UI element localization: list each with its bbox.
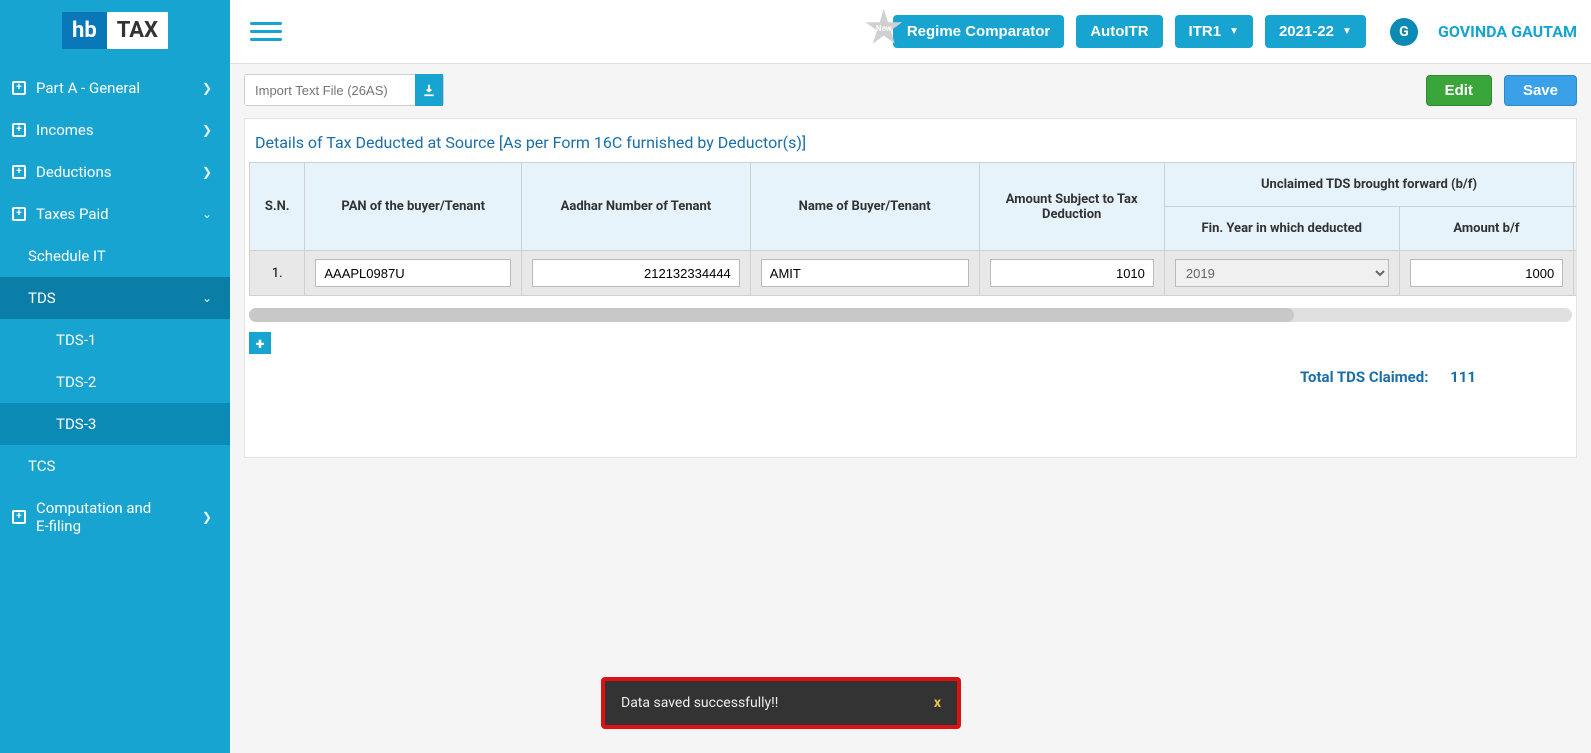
nav-tds-2[interactable]: TDS-2 [0, 361, 230, 403]
toast: Data saved successfully!! x [601, 677, 961, 729]
chevron-down-icon: ⌄ [202, 291, 212, 305]
th-tds-current: TDS of the current financial [1574, 163, 1576, 207]
fin-year-select[interactable]: 2019 [1175, 259, 1389, 287]
pan-input[interactable] [315, 259, 511, 287]
regime-comparator-button[interactable]: Regime Comparator [893, 15, 1064, 48]
nav-tcs[interactable]: TCS [0, 445, 230, 487]
sidebar: hb TAX + Part A - General ❯ + Incomes ❯ + D… [0, 0, 230, 753]
year-label: 2021-22 [1279, 23, 1334, 40]
expand-icon: + [12, 510, 26, 524]
expand-icon: + [12, 81, 26, 95]
new-badge-wrap: New Regime Comparator [893, 15, 1064, 48]
nav-label: Taxes Paid [36, 205, 109, 223]
chevron-right-icon: ❯ [202, 123, 212, 137]
nav-tds[interactable]: TDS ⌄ [0, 277, 230, 319]
th-sn: S.N. [250, 163, 305, 251]
header: New Regime Comparator AutoITR ITR1 ▼ 2021… [230, 0, 1591, 64]
year-dropdown[interactable]: 2021-22 ▼ [1265, 15, 1366, 48]
add-row-button[interactable]: + [249, 332, 271, 354]
nav-schedule-it[interactable]: Schedule IT [0, 235, 230, 277]
nav-label: TDS [28, 289, 56, 307]
save-button[interactable]: Save [1504, 75, 1577, 106]
expand-icon: + [12, 165, 26, 179]
toolbar: Edit Save [230, 64, 1591, 116]
expand-icon: + [12, 207, 26, 221]
th-amount: Amount Subject to Tax Deduction [979, 163, 1164, 251]
panel-title: Details of Tax Deducted at Source [As pe… [245, 119, 1576, 162]
aadhar-input[interactable] [532, 259, 740, 287]
nav-computation-efiling[interactable]: + Computation and E-filing ❯ [0, 487, 230, 547]
chevron-down-icon: ▼ [1342, 26, 1352, 37]
logo-tax: TAX [107, 12, 168, 49]
th-amount-bf: Amount b/f [1399, 207, 1574, 251]
nav-deductions[interactable]: + Deductions ❯ [0, 151, 230, 193]
amount-bf-input[interactable] [1410, 259, 1564, 287]
nav-tds-1[interactable]: TDS-1 [0, 319, 230, 361]
totals: Total TDS Claimed: 111 [245, 354, 1576, 386]
download-icon [422, 83, 436, 97]
th-tds-deducted: TDS Deducted [1574, 207, 1576, 251]
nav-incomes[interactable]: + Incomes ❯ [0, 109, 230, 151]
nav-label: Incomes [36, 121, 94, 139]
th-aadhar: Aadhar Number of Tenant [522, 163, 751, 251]
chevron-down-icon: ⌄ [202, 207, 212, 221]
itr-label: ITR1 [1189, 23, 1222, 40]
expand-icon: + [12, 123, 26, 137]
nav-label: Part A - General [36, 79, 140, 97]
logo-hb: hb [62, 12, 107, 49]
username[interactable]: GOVINDA GAUTAM [1438, 22, 1577, 41]
total-value: 111 [1450, 368, 1476, 386]
nav-tds-3[interactable]: TDS-3 [0, 403, 230, 445]
chevron-right-icon: ❯ [202, 510, 212, 524]
chevron-right-icon: ❯ [202, 81, 212, 95]
itr-dropdown[interactable]: ITR1 ▼ [1175, 15, 1253, 48]
scrollbar-thumb[interactable] [249, 308, 1294, 322]
menu-toggle-icon[interactable] [250, 18, 282, 46]
chevron-down-icon: ▼ [1229, 26, 1239, 37]
chevron-right-icon: ❯ [202, 165, 212, 179]
nav-taxes-paid[interactable]: + Taxes Paid ⌄ [0, 193, 230, 235]
amount-input[interactable] [990, 259, 1154, 287]
th-unclaimed: Unclaimed TDS brought forward (b/f) [1164, 163, 1573, 207]
table-scroll: S.N. PAN of the buyer/Tenant Aadhar Numb… [245, 162, 1576, 296]
th-fin-year: Fin. Year in which deducted [1164, 207, 1399, 251]
import-download-button[interactable] [415, 74, 443, 106]
cell-sn: 1. [250, 251, 305, 296]
toast-close-button[interactable]: x [934, 695, 941, 711]
import-wrap [244, 74, 444, 106]
nav-label: Computation and E-filing [36, 499, 166, 535]
total-label: Total TDS Claimed: [1300, 368, 1428, 386]
logo: hb TAX [0, 0, 230, 67]
avatar[interactable]: G [1390, 18, 1418, 46]
import-text-input[interactable] [245, 75, 415, 105]
tds-table: S.N. PAN of the buyer/Tenant Aadhar Numb… [249, 162, 1576, 296]
autoitr-button[interactable]: AutoITR [1076, 15, 1162, 48]
th-pan: PAN of the buyer/Tenant [305, 163, 522, 251]
th-name: Name of Buyer/Tenant [750, 163, 979, 251]
nav-label: Deductions [36, 163, 112, 181]
nav-part-a-general[interactable]: + Part A - General ❯ [0, 67, 230, 109]
name-input[interactable] [761, 259, 969, 287]
table-row: 1. 2019 [250, 251, 1577, 296]
horizontal-scrollbar[interactable] [249, 308, 1572, 322]
tds-panel: Details of Tax Deducted at Source [As pe… [244, 118, 1577, 458]
edit-button[interactable]: Edit [1426, 75, 1492, 106]
toast-message: Data saved successfully!! [621, 695, 778, 711]
